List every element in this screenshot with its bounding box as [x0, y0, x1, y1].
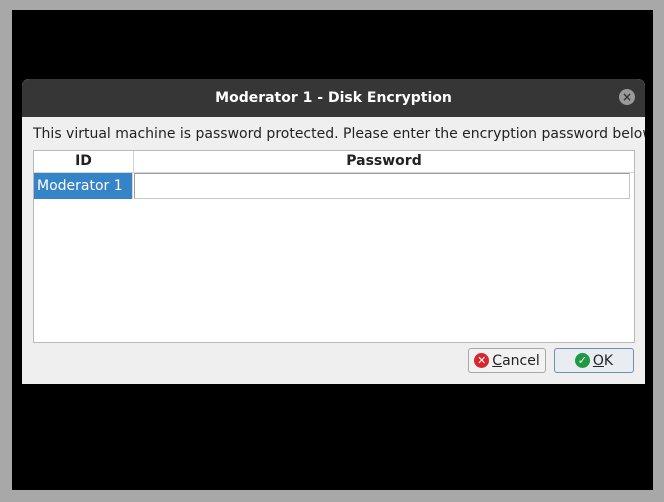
cancel-icon: ✕: [474, 353, 490, 368]
disk-encryption-dialog: Moderator 1 - Disk Encryption × This vir…: [22, 79, 645, 384]
column-header-id[interactable]: ID: [34, 151, 134, 172]
check-icon: ✓: [574, 353, 590, 368]
title-bar[interactable]: Moderator 1 - Disk Encryption ×: [22, 79, 645, 117]
table-header: ID Password: [34, 151, 634, 173]
id-cell[interactable]: Moderator 1: [34, 173, 133, 199]
close-button[interactable]: ×: [619, 89, 635, 105]
password-input[interactable]: [134, 173, 630, 199]
close-icon: ×: [621, 90, 633, 104]
cancel-button[interactable]: ✕ Cancel: [468, 348, 546, 373]
cancel-label: Cancel: [492, 352, 540, 369]
password-cell[interactable]: [133, 173, 634, 199]
ok-label: OK: [592, 352, 614, 369]
ok-button[interactable]: ✓ OK: [554, 348, 634, 373]
column-header-password[interactable]: Password: [134, 151, 634, 172]
dialog-title: Moderator 1 - Disk Encryption: [215, 90, 452, 106]
table-row[interactable]: Moderator 1: [34, 173, 634, 199]
password-table: ID Password Moderator 1: [33, 150, 635, 343]
dialog-message: This virtual machine is password protect…: [33, 126, 645, 142]
